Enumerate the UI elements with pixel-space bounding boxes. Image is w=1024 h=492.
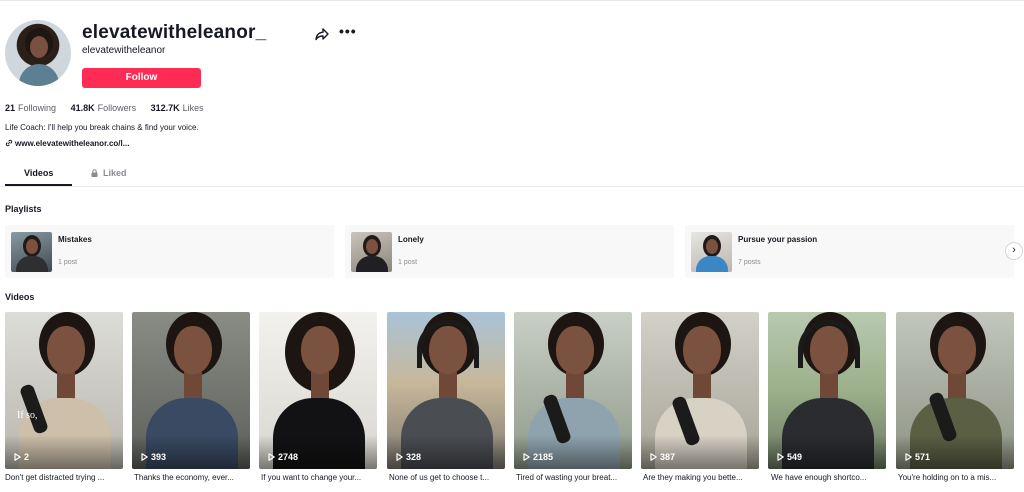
profile-bio: Life Coach: I'll help you break chains &… [5, 123, 199, 132]
tab-liked[interactable]: Liked [91, 168, 127, 178]
play-icon [523, 453, 530, 461]
video-caption[interactable]: Thanks the economy, ever... [134, 473, 252, 482]
videos-heading: Videos [5, 292, 35, 302]
following-label[interactable]: Following [18, 103, 56, 113]
lock-icon [91, 169, 98, 177]
likes-count: 312.7K [150, 103, 180, 113]
playlist-card[interactable]: Lonely 1 post [345, 225, 674, 278]
profile-stats: 21 Following 41.8K Followers 312.7K Likes [5, 103, 216, 113]
playlist-post-count: 1 post [398, 259, 418, 266]
profile-tabs: Videos Liked [0, 160, 1024, 187]
top-divider [0, 0, 1024, 1]
playlist-name: Pursue your passion [738, 235, 818, 244]
playlist-thumbnail [351, 232, 392, 272]
chevron-right-icon: › [1012, 244, 1016, 256]
link-icon [5, 139, 13, 147]
followers-label[interactable]: Followers [98, 103, 137, 113]
video-overlay-text: If so, [17, 410, 38, 421]
following-count[interactable]: 21 [5, 103, 15, 113]
video-thumbnail[interactable]: 549 [768, 312, 886, 469]
tab-active-indicator [5, 184, 72, 186]
playlist-post-count: 7 posts [738, 259, 761, 266]
playlists-next-button[interactable]: › [1005, 242, 1023, 260]
playlist-card[interactable]: Pursue your passion 7 posts [685, 225, 1014, 278]
video-view-count: 549 [777, 452, 802, 462]
play-icon [777, 453, 784, 461]
profile-link-text[interactable]: www.elevatewitheleanor.co/l... [15, 139, 129, 148]
play-icon [650, 453, 657, 461]
play-icon [14, 453, 21, 461]
video-thumbnail[interactable]: 2748 [259, 312, 377, 469]
profile-link[interactable]: www.elevatewitheleanor.co/l... [5, 139, 129, 148]
video-view-count: 328 [396, 452, 421, 462]
video-view-count: 2 [14, 452, 29, 462]
video-view-count: 387 [650, 452, 675, 462]
tab-liked-label: Liked [103, 168, 127, 178]
profile-nickname: elevatewitheleanor [82, 45, 166, 56]
video-caption[interactable]: You're holding on to a mis... [898, 473, 1016, 482]
video-thumbnail[interactable]: 571 [896, 312, 1014, 469]
video-caption[interactable]: We have enough shortco... [771, 473, 889, 482]
playlist-name: Mistakes [58, 235, 92, 244]
avatar[interactable] [5, 20, 71, 86]
likes-label: Likes [182, 103, 204, 113]
followers-count[interactable]: 41.8K [71, 103, 95, 113]
video-caption[interactable]: Are they making you bette... [643, 473, 761, 482]
profile-username: elevatewitheleanor_ [82, 22, 267, 43]
video-view-count: 571 [905, 452, 930, 462]
video-thumbnail[interactable]: 2185 [514, 312, 632, 469]
video-caption[interactable]: If you want to change your... [261, 473, 379, 482]
playlist-thumbnail [691, 232, 732, 272]
video-view-count: 2185 [523, 452, 553, 462]
video-thumbnail[interactable]: 328 [387, 312, 505, 469]
play-icon [268, 453, 275, 461]
playlist-card[interactable]: Mistakes 1 post [5, 225, 334, 278]
share-icon[interactable] [315, 27, 329, 41]
video-thumbnail[interactable]: 393 [132, 312, 250, 469]
playlist-thumbnail [11, 232, 52, 272]
video-caption[interactable]: None of us get to choose t... [389, 473, 507, 482]
more-icon[interactable]: ••• [339, 24, 357, 38]
video-thumbnail[interactable]: If so, 2 [5, 312, 123, 469]
play-icon [905, 453, 912, 461]
playlist-post-count: 1 post [58, 259, 78, 266]
playlists-heading: Playlists [5, 204, 42, 214]
video-view-count: 393 [141, 452, 166, 462]
play-icon [396, 453, 403, 461]
video-caption[interactable]: Don't get distracted trying ... [5, 473, 123, 482]
video-caption[interactable]: Tired of wasting your breat... [516, 473, 634, 482]
video-view-count: 2748 [268, 452, 298, 462]
follow-button[interactable]: Follow [82, 68, 201, 88]
tab-videos[interactable]: Videos [24, 168, 53, 178]
play-icon [141, 453, 148, 461]
playlist-name: Lonely [398, 235, 424, 244]
video-thumbnail[interactable]: 387 [641, 312, 759, 469]
